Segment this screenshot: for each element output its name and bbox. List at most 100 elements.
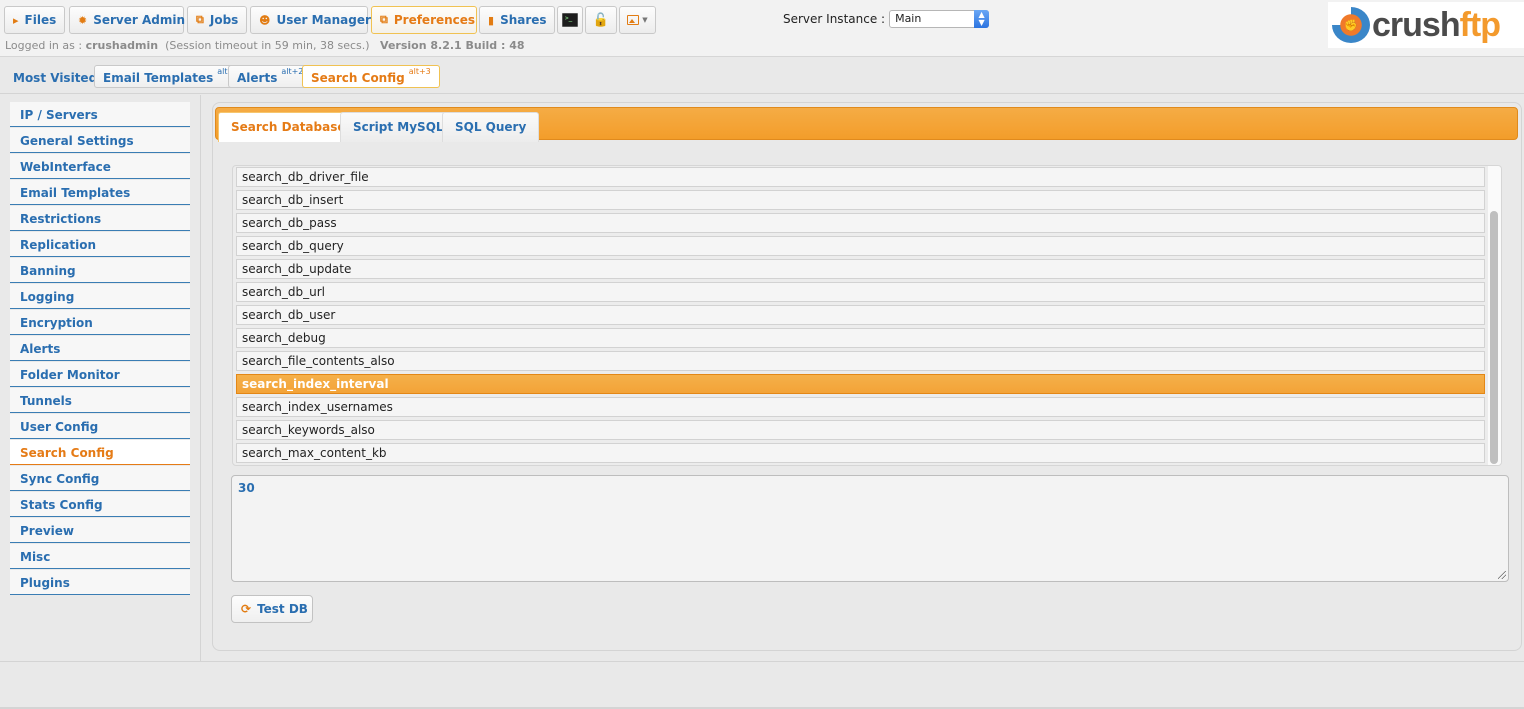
settings-list-item[interactable]: search_keywords_also	[236, 420, 1485, 440]
settings-list-item[interactable]: search_db_driver_file	[236, 167, 1485, 187]
sidebar-item-encryption[interactable]: Encryption	[10, 310, 190, 335]
sidebar-item-restrictions[interactable]: Restrictions	[10, 206, 190, 231]
shortcut-hint: alt+3	[408, 67, 431, 76]
tab-script-mysql[interactable]: Script MySQL	[340, 112, 457, 142]
sidebar-item-label: Tunnels	[20, 394, 72, 408]
settings-list-item[interactable]: search_index_interval	[236, 374, 1485, 394]
tab-label: SQL Query	[455, 120, 527, 134]
unlock-button[interactable]: 🔓	[585, 6, 617, 34]
most-visited-email-templates[interactable]: Email Templatesalt+1	[94, 65, 249, 88]
sidebar-item-label: Banning	[20, 264, 76, 278]
nav-files-label: Files	[24, 13, 57, 27]
settings-list-item[interactable]: search_db_user	[236, 305, 1485, 325]
sidebar-item-label: Email Templates	[20, 186, 131, 200]
nav-shares-label: Shares	[500, 13, 547, 27]
settings-list-item[interactable]: search_db_url	[236, 282, 1485, 302]
sidebar-item-label: Stats Config	[20, 498, 103, 512]
unlock-icon: 🔓	[592, 12, 610, 28]
sidebar-item-banning[interactable]: Banning	[10, 258, 190, 283]
refresh-icon: ⟳	[241, 602, 252, 616]
settings-list-item[interactable]: search_index_usernames	[236, 397, 1485, 417]
settings-list-item[interactable]: search_db_query	[236, 236, 1485, 256]
terminal-icon	[562, 13, 578, 27]
shortcut-hint: alt+2	[281, 67, 304, 76]
tab-sql-query[interactable]: SQL Query	[442, 112, 540, 142]
terminal-button[interactable]	[557, 6, 583, 34]
jobs-icon: ⧉	[196, 13, 204, 26]
settings-list-item[interactable]: search_debug	[236, 328, 1485, 348]
select-arrows-icon: ▲ ▼	[974, 10, 990, 28]
chevron-down-icon: ▼	[642, 16, 648, 24]
login-prefix: Logged in as :	[5, 39, 86, 52]
image-icon	[627, 15, 640, 25]
server-instance: Server Instance : Main ▲ ▼	[783, 10, 990, 28]
server-instance-value: Main	[895, 12, 922, 25]
nav-user-manager-button[interactable]: ☻ User Manager	[250, 6, 371, 34]
sidebar-item-plugins[interactable]: Plugins	[10, 570, 190, 595]
version-info: Version 8.2.1 Build : 48	[380, 39, 525, 52]
folder-open-icon: ▸	[13, 13, 19, 27]
sidebar-item-misc[interactable]: Misc	[10, 544, 190, 569]
nav-jobs-button[interactable]: ⧉ Jobs	[187, 6, 247, 34]
logged-in-username: crushadmin	[85, 39, 159, 52]
test-db-label: Test DB	[257, 602, 308, 616]
settings-list-item[interactable]: search_db_pass	[236, 213, 1485, 233]
sidebar-item-user-config[interactable]: User Config	[10, 414, 190, 439]
scrollbar-thumb[interactable]	[1490, 211, 1498, 464]
sidebar-item-alerts[interactable]: Alerts	[10, 336, 190, 361]
session-info: Logged in as : crushadmin (Session timeo…	[5, 39, 525, 52]
nav-jobs-label: Jobs	[209, 13, 239, 27]
most-visited-alerts[interactable]: Alerts alt+2	[228, 65, 313, 88]
sidebar-item-folder-monitor[interactable]: Folder Monitor	[10, 362, 190, 387]
logo-text-crush: crush	[1372, 5, 1461, 44]
session-timeout: (Session timeout in 59 min, 38 secs.)	[165, 39, 370, 52]
resize-handle-icon[interactable]	[1498, 571, 1506, 579]
nav-files-button[interactable]: ▸ Files	[4, 6, 65, 34]
settings-list-item[interactable]: search_file_contents_also	[236, 351, 1485, 371]
sidebar-item-logging[interactable]: Logging	[10, 284, 190, 309]
sidebar-item-label: Folder Monitor	[20, 368, 120, 382]
tab-label: Script MySQL	[353, 120, 444, 134]
sidebar-item-webinterface[interactable]: WebInterface	[10, 154, 190, 179]
most-visited-item-label: Email Templates	[103, 71, 214, 85]
sidebar-item-label: Replication	[20, 238, 97, 252]
nav-preferences-button[interactable]: ⧉ Preferences	[371, 6, 477, 34]
most-visited-search-config[interactable]: Search Config alt+3	[302, 65, 440, 88]
sidebar-item-replication[interactable]: Replication	[10, 232, 190, 257]
image-menu-button[interactable]: ▼	[619, 6, 656, 34]
most-visited-label: Most Visited :	[13, 71, 107, 85]
sidebar-item-stats-config[interactable]: Stats Config	[10, 492, 190, 517]
server-instance-select[interactable]: Main ▲ ▼	[889, 10, 990, 28]
sidebar-item-preview[interactable]: Preview	[10, 518, 190, 543]
sidebar-item-ip-servers[interactable]: IP / Servers	[10, 102, 190, 127]
sidebar-item-email-templates[interactable]: Email Templates	[10, 180, 190, 205]
nav-preferences-label: Preferences	[393, 13, 476, 27]
settings-list[interactable]: search_db_driver_file search_db_insertsea…	[232, 165, 1502, 466]
sidebar-item-sync-config[interactable]: Sync Config	[10, 466, 190, 491]
settings-list-item[interactable]: search_db_insert	[236, 190, 1485, 210]
sidebar: IP / Servers General Settings WebInterface…	[0, 95, 201, 662]
setting-value-textarea[interactable]: 30	[231, 475, 1509, 582]
tab-label: Search Database	[231, 120, 346, 134]
most-visited-bar: Most Visited : Email Templatesalt+1 Aler…	[0, 58, 1524, 94]
nav-shares-button[interactable]: ▮ Shares	[479, 6, 555, 34]
test-db-button[interactable]: ⟳ Test DB	[231, 595, 313, 623]
sidebar-item-general-settings[interactable]: General Settings	[10, 128, 190, 153]
sidebar-item-label: General Settings	[20, 134, 134, 148]
server-instance-label: Server Instance :	[783, 12, 886, 26]
settings-list-item[interactable]: search_db_update	[236, 259, 1485, 279]
tab-search-database[interactable]: Search Database	[218, 112, 359, 142]
sidebar-item-label: Search Config	[20, 446, 114, 460]
nav-server-admin-button[interactable]: ✹ Server Admin	[69, 6, 186, 34]
logo-text-ftp: ftp	[1459, 5, 1501, 44]
sidebar-item-label: WebInterface	[20, 160, 111, 174]
settings-list-item[interactable]: search_max_content_kb	[236, 443, 1485, 463]
user-icon: ☻	[259, 13, 271, 27]
sidebar-item-label: Restrictions	[20, 212, 102, 226]
nav-server-admin-label: Server Admin	[93, 13, 186, 27]
sidebar-item-tunnels[interactable]: Tunnels	[10, 388, 190, 413]
logo-wordmark: crushftp	[1372, 5, 1501, 45]
sidebar-item-search-config[interactable]: Search Config	[10, 440, 190, 465]
sidebar-item-label: Preview	[20, 524, 75, 538]
most-visited-item-label: Search Config	[311, 71, 405, 85]
